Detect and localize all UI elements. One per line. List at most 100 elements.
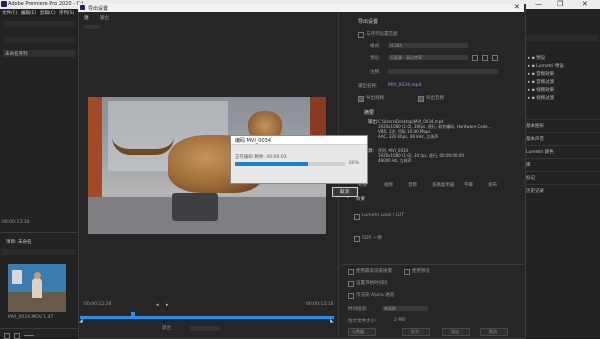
minimize-button[interactable]: — <box>535 0 542 8</box>
tree-item[interactable]: ▸ ▪ 音频过渡 <box>528 79 564 87</box>
timeline-range-bar[interactable] <box>80 316 334 319</box>
panel-list-item[interactable]: 基本声音 <box>524 132 600 145</box>
tree-item-label: Lumetri 预设 <box>536 64 564 69</box>
menu-sequence[interactable]: 序列(S) <box>59 10 74 16</box>
menu-bar: 文件(F) 编辑(E) 剪辑(C) 序列(S) <box>0 9 78 17</box>
in-point-marker[interactable]: ◢ <box>79 318 83 324</box>
list-view-icon[interactable] <box>4 333 10 339</box>
output-name-link[interactable]: MVI_0034.mp4 <box>388 83 422 88</box>
time-interp-dropdown[interactable]: 帧采样 <box>382 306 428 311</box>
tree-item-label: 音频过渡 <box>536 80 555 85</box>
tab-multiplexer[interactable]: 多路复用器 <box>432 182 455 188</box>
source-range-dropdown[interactable] <box>190 326 220 331</box>
sdr-label: SDR 一致 <box>362 236 382 241</box>
panel-list-item[interactable]: 历史记录 <box>524 184 600 197</box>
tree-item[interactable]: ▸ ▪ 预设 <box>528 55 564 63</box>
panel-list-item[interactable]: 基本图形 <box>524 119 600 132</box>
export-settings-panel: 导出设置 与序列设置匹配 格式: H.264 预设: 匹配源 - 高比特率 注释… <box>342 13 524 337</box>
summary-output-label: 输出: <box>368 120 379 125</box>
preset-label: 预设: <box>370 56 381 61</box>
cancel-button[interactable]: 取消 <box>480 328 508 336</box>
checkbox-icon <box>348 293 354 299</box>
panel-list: 基本图形 基本声音 Lumetri 颜色 库 标记 历史记录 <box>524 119 600 197</box>
progress-status: 正在编码 剩余: 00:00:03 <box>235 155 287 160</box>
checkbox-icon <box>348 269 354 275</box>
project-search[interactable] <box>2 249 76 255</box>
match-sequence-label: 与序列设置匹配 <box>366 32 398 37</box>
progress-percent: 66% <box>349 161 360 166</box>
delete-preset-icon[interactable] <box>492 55 498 61</box>
crop-tool-button[interactable] <box>84 25 100 29</box>
preset-value: 匹配源 - 高比特率 <box>390 55 422 60</box>
queue-button[interactable]: 队列 <box>402 328 430 336</box>
preset-dropdown[interactable]: 匹配源 - 高比特率 <box>388 55 468 60</box>
checkbox-icon <box>358 32 364 38</box>
format-dropdown[interactable]: H.264 <box>388 43 468 48</box>
tree-item[interactable]: ▸ ▪ Lumetri 预设 <box>528 63 564 71</box>
export-button[interactable]: 导出 <box>442 328 470 336</box>
settings-tabs: 效果 视频 音频 多路复用器 字幕 发布 <box>350 181 520 189</box>
project-toolbar <box>4 333 74 339</box>
tab-output[interactable]: 输出 <box>100 15 109 21</box>
thumbnail-head <box>34 272 41 279</box>
tab-video[interactable]: 视频 <box>384 182 393 188</box>
menu-clip[interactable]: 剪辑(C) <box>40 10 56 16</box>
panel-list-item[interactable]: 库 <box>524 158 600 171</box>
preview-bin <box>172 193 218 221</box>
summary-line: 48000 Hz, 立体声 <box>378 158 412 163</box>
tree-item-label: 音频效果 <box>536 72 555 77</box>
out-point-marker[interactable]: ◣ <box>330 318 334 324</box>
timeline-end-timecode: 00;00;13;16 <box>306 302 334 307</box>
max-render-label: 使用最高渲染质量 <box>356 269 392 274</box>
export-dialog-title: 导出设置 <box>88 6 109 12</box>
source-toolbar <box>84 24 334 32</box>
export-video-label: 导出视频 <box>366 96 384 101</box>
menu-edit[interactable]: 编辑(E) <box>21 10 36 16</box>
preview-cat-tail <box>112 137 174 155</box>
metadata-button[interactable]: 元数据... <box>348 328 376 336</box>
panel-list-item[interactable]: Lumetri 颜色 <box>524 145 600 158</box>
icon-view-icon[interactable] <box>14 333 20 339</box>
tab-audio[interactable]: 音频 <box>408 182 417 188</box>
scale-controls: 适合 <box>90 325 334 333</box>
timeline-header: 00;00;12;28 00;00;13;16 ◂ ▸ <box>84 301 334 309</box>
thumbnail-person <box>32 278 42 298</box>
panel-list-item[interactable]: 标记 <box>524 171 600 184</box>
save-preset-icon[interactable] <box>472 55 478 61</box>
maximize-button[interactable]: ❐ <box>557 0 563 8</box>
format-value: H.264 <box>390 43 402 48</box>
export-dialog-close-button[interactable]: ✕ <box>514 3 520 11</box>
source-monitor-header <box>3 21 75 27</box>
project-tab[interactable]: 项目: 未命名 <box>6 239 31 245</box>
tab-captions[interactable]: 字幕 <box>464 182 473 188</box>
use-previews-label: 使用预览 <box>412 269 430 274</box>
mark-in-icon[interactable]: ◂ <box>156 302 159 308</box>
mark-out-icon[interactable]: ▸ <box>166 302 169 308</box>
clip-thumbnail[interactable] <box>8 264 66 312</box>
progress-cancel-button[interactable]: 取消 <box>332 187 358 197</box>
tab-publish[interactable]: 发布 <box>488 182 497 188</box>
app-title: Adobe Premiere Pro 2020 - C:\... <box>8 1 89 7</box>
tab-source[interactable]: 源 <box>84 15 89 21</box>
premiere-logo-icon <box>80 5 85 10</box>
effects-section-header[interactable]: ⌄ 效果 <box>344 195 520 203</box>
file-size-label: 估计文件大小: <box>348 319 377 324</box>
export-button-label: 导出 <box>451 329 459 334</box>
list-item[interactable]: 未命名序列 <box>3 50 75 57</box>
tree-item[interactable]: ▸ ▪ 视频过渡 <box>528 95 564 103</box>
comment-field[interactable] <box>388 69 498 74</box>
checkbox-icon <box>354 214 360 220</box>
zoom-slider[interactable] <box>24 335 34 336</box>
playhead[interactable] <box>131 312 135 319</box>
menu-file[interactable]: 文件(F) <box>2 10 17 16</box>
close-button[interactable]: ✕ <box>582 0 588 8</box>
lumetri-label: Lumetri Look / LUT <box>362 213 404 218</box>
progress-bar <box>235 162 345 166</box>
tree-item-label: 预设 <box>536 56 546 61</box>
tree-item[interactable]: ▸ ▪ 音频效果 <box>528 71 564 79</box>
scale-label[interactable]: 适合 <box>162 325 171 331</box>
effects-search[interactable] <box>526 35 598 41</box>
tree-item[interactable]: ▸ ▪ 视频效果 <box>528 87 564 95</box>
import-preset-icon[interactable] <box>482 55 488 61</box>
search-field[interactable] <box>3 37 75 43</box>
